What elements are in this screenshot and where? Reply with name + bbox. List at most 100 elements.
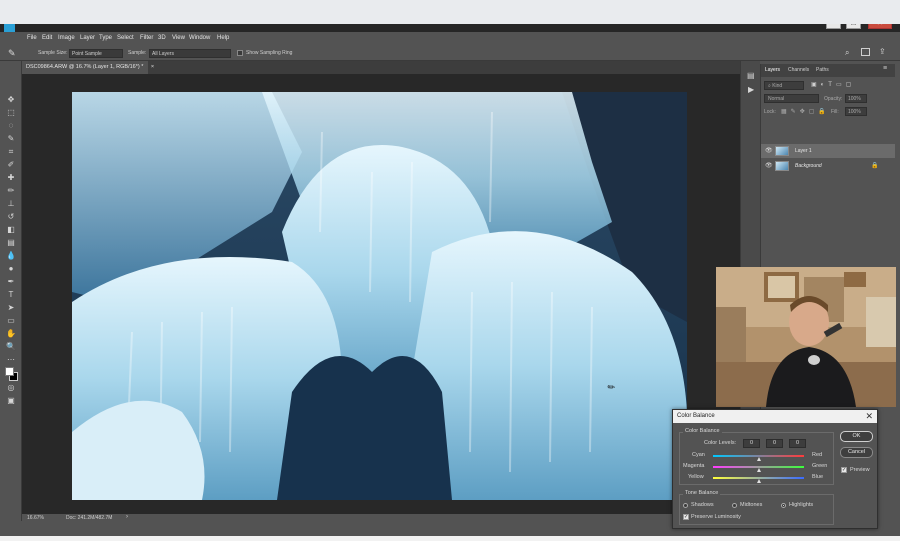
preserve-luminosity-checkbox[interactable]: ✓ [683, 514, 689, 520]
slider-right-label-blue: Blue [812, 474, 824, 480]
show-sampling-ring-checkbox[interactable] [237, 50, 243, 56]
menu-view[interactable]: View [172, 35, 185, 41]
sample-select[interactable]: All Layers [149, 49, 231, 58]
menu-image[interactable]: Image [58, 35, 75, 41]
color-level-cyan-red-field[interactable]: 0 [743, 439, 760, 448]
tone-balance-group [679, 494, 834, 525]
ice-waterfall-photo[interactable] [72, 92, 687, 500]
lasso-tool-icon[interactable]: ◌ [5, 121, 17, 131]
eyedropper-tool-icon[interactable]: ✐ [5, 160, 17, 170]
tab-paths[interactable]: Paths [816, 67, 829, 73]
hand-tool-icon[interactable]: ✋ [5, 329, 17, 339]
layer-filter-kind-select[interactable]: ⌕ Kind [764, 81, 804, 90]
layer-row-background[interactable]: 👁 Background 🔒 [761, 159, 895, 173]
cancel-button[interactable]: Cancel [840, 447, 873, 458]
panel-menu-icon[interactable]: ≡ [883, 65, 887, 72]
type-tool-icon[interactable]: T [5, 290, 17, 300]
midtones-radio[interactable] [732, 503, 737, 508]
document-tab-title: DSC09864.ARW @ 16.7% (Layer 1, RGB/16*) … [26, 64, 144, 70]
brush-tool-icon[interactable]: ✏ [5, 186, 17, 196]
close-window-button[interactable]: ✕ [868, 24, 892, 29]
workspace-icon[interactable] [861, 48, 870, 56]
slider-right-label-red: Red [812, 452, 823, 458]
history-brush-tool-icon[interactable]: ↺ [5, 212, 17, 222]
zoom-level[interactable]: 16.67% [27, 515, 44, 521]
highlights-label: Highlights [789, 502, 814, 508]
gradient-tool-icon[interactable]: ▤ [5, 238, 17, 248]
layer-visibility-eye-icon[interactable]: 👁 [765, 162, 773, 169]
color-level-magenta-green-field[interactable]: 0 [766, 439, 783, 448]
maximize-button[interactable]: □ [846, 24, 861, 29]
document-tab-close-button[interactable]: × [151, 64, 154, 70]
move-tool-icon[interactable]: ✥ [5, 95, 17, 105]
menu-layer[interactable]: Layer [80, 35, 95, 41]
dialog-title-bar: Color Balance ✕ [673, 410, 877, 423]
tone-balance-group-title: Tone Balance [683, 490, 721, 496]
crop-tool-icon[interactable]: ⌗ [5, 147, 17, 157]
layer-row-layer-1[interactable]: 👁 Layer 1 [761, 144, 895, 158]
foreground-color-swatch[interactable] [5, 367, 14, 376]
dialog-close-button[interactable]: ✕ [865, 411, 873, 421]
tab-channels[interactable]: Channels [788, 67, 809, 73]
ok-button[interactable]: OK [840, 431, 873, 442]
menu-filter[interactable]: Filter [140, 35, 153, 41]
color-level-yellow-blue-field[interactable]: 0 [789, 439, 806, 448]
sample-size-select[interactable]: Point Sample [69, 49, 123, 58]
midtones-label: Midtones [740, 502, 763, 508]
cyan-red-slider-knob[interactable] [757, 457, 761, 461]
layer-name[interactable]: Background [795, 163, 822, 169]
clone-stamp-tool-icon[interactable]: ⊥ [5, 199, 17, 209]
status-menu-arrow-icon[interactable]: › [126, 514, 128, 520]
eyedropper-tool-preset-icon[interactable]: ✎ [8, 48, 16, 59]
minimize-button[interactable]: – [826, 24, 841, 29]
healing-brush-tool-icon[interactable]: ✚ [5, 173, 17, 183]
quick-select-tool-icon[interactable]: ✎ [5, 134, 17, 144]
menu-help[interactable]: Help [217, 35, 229, 41]
history-panel-icon[interactable]: ▤ [747, 71, 755, 80]
preview-checkbox[interactable]: ✓ [841, 467, 847, 473]
canvas-area[interactable]: ✎ [22, 74, 740, 514]
yellow-blue-slider-knob[interactable] [757, 479, 761, 483]
blend-mode-select[interactable]: Normal [764, 94, 819, 103]
fill-field[interactable]: 100% [845, 107, 867, 116]
marquee-tool-icon[interactable]: ⬚ [5, 108, 17, 118]
menu-window[interactable]: Window [189, 35, 210, 41]
highlights-radio[interactable] [781, 503, 786, 508]
rectangle-tool-icon[interactable]: ▭ [5, 316, 17, 326]
slider-left-label-magenta: Magenta [683, 463, 705, 469]
dodge-tool-icon[interactable]: ● [5, 264, 17, 274]
magenta-green-slider-knob[interactable] [757, 468, 761, 472]
share-icon[interactable]: ⇪ [879, 47, 886, 56]
menu-type[interactable]: Type [99, 35, 112, 41]
layer-filter-icons[interactable]: ▣◐T▭▢ [811, 81, 855, 88]
layer-name[interactable]: Layer 1 [795, 148, 812, 154]
show-sampling-ring-label: Show Sampling Ring [246, 50, 293, 56]
document-size-info[interactable]: Doc: 241.2M/482.7M [66, 515, 112, 521]
actions-play-icon[interactable]: ▶ [748, 85, 754, 94]
document-tab[interactable]: DSC09864.ARW @ 16.7% (Layer 1, RGB/16*) … [22, 61, 154, 74]
sample-label: Sample: [128, 50, 147, 56]
path-selection-tool-icon[interactable]: ➤ [5, 303, 17, 313]
menu-3d[interactable]: 3D [158, 35, 166, 41]
eraser-tool-icon[interactable]: ◧ [5, 225, 17, 235]
more-tools-icon[interactable]: ⋯ [5, 355, 17, 365]
layer-thumbnail [775, 146, 789, 156]
options-bar: ✎ Sample Size: Point Sample Sample: All … [0, 45, 900, 61]
zoom-tool-icon[interactable]: 🔍 [5, 342, 17, 352]
menu-select[interactable]: Select [117, 35, 134, 41]
menu-file[interactable]: File [27, 35, 37, 41]
quick-mask-icon[interactable]: ◎ [5, 383, 17, 393]
menu-edit[interactable]: Edit [42, 35, 52, 41]
pen-tool-icon[interactable]: ✒ [5, 277, 17, 287]
blur-tool-icon[interactable]: 💧 [5, 251, 17, 261]
search-icon[interactable]: ⌕ [845, 48, 849, 58]
lock-icons[interactable]: ▦✎✥▢🔒 [781, 108, 830, 115]
photoshop-window: – □ ✕ File Edit Image Layer Type Select … [0, 24, 900, 536]
screen-mode-icon[interactable]: ▣ [5, 396, 17, 406]
shadows-radio[interactable] [683, 503, 688, 508]
document-tab-bar: DSC09864.ARW @ 16.7% (Layer 1, RGB/16*) … [22, 61, 740, 74]
opacity-field[interactable]: 100% [845, 94, 867, 103]
color-levels-label: Color Levels: [704, 440, 737, 446]
tab-layers[interactable]: Layers [765, 67, 780, 73]
layer-visibility-eye-icon[interactable]: 👁 [765, 147, 773, 154]
